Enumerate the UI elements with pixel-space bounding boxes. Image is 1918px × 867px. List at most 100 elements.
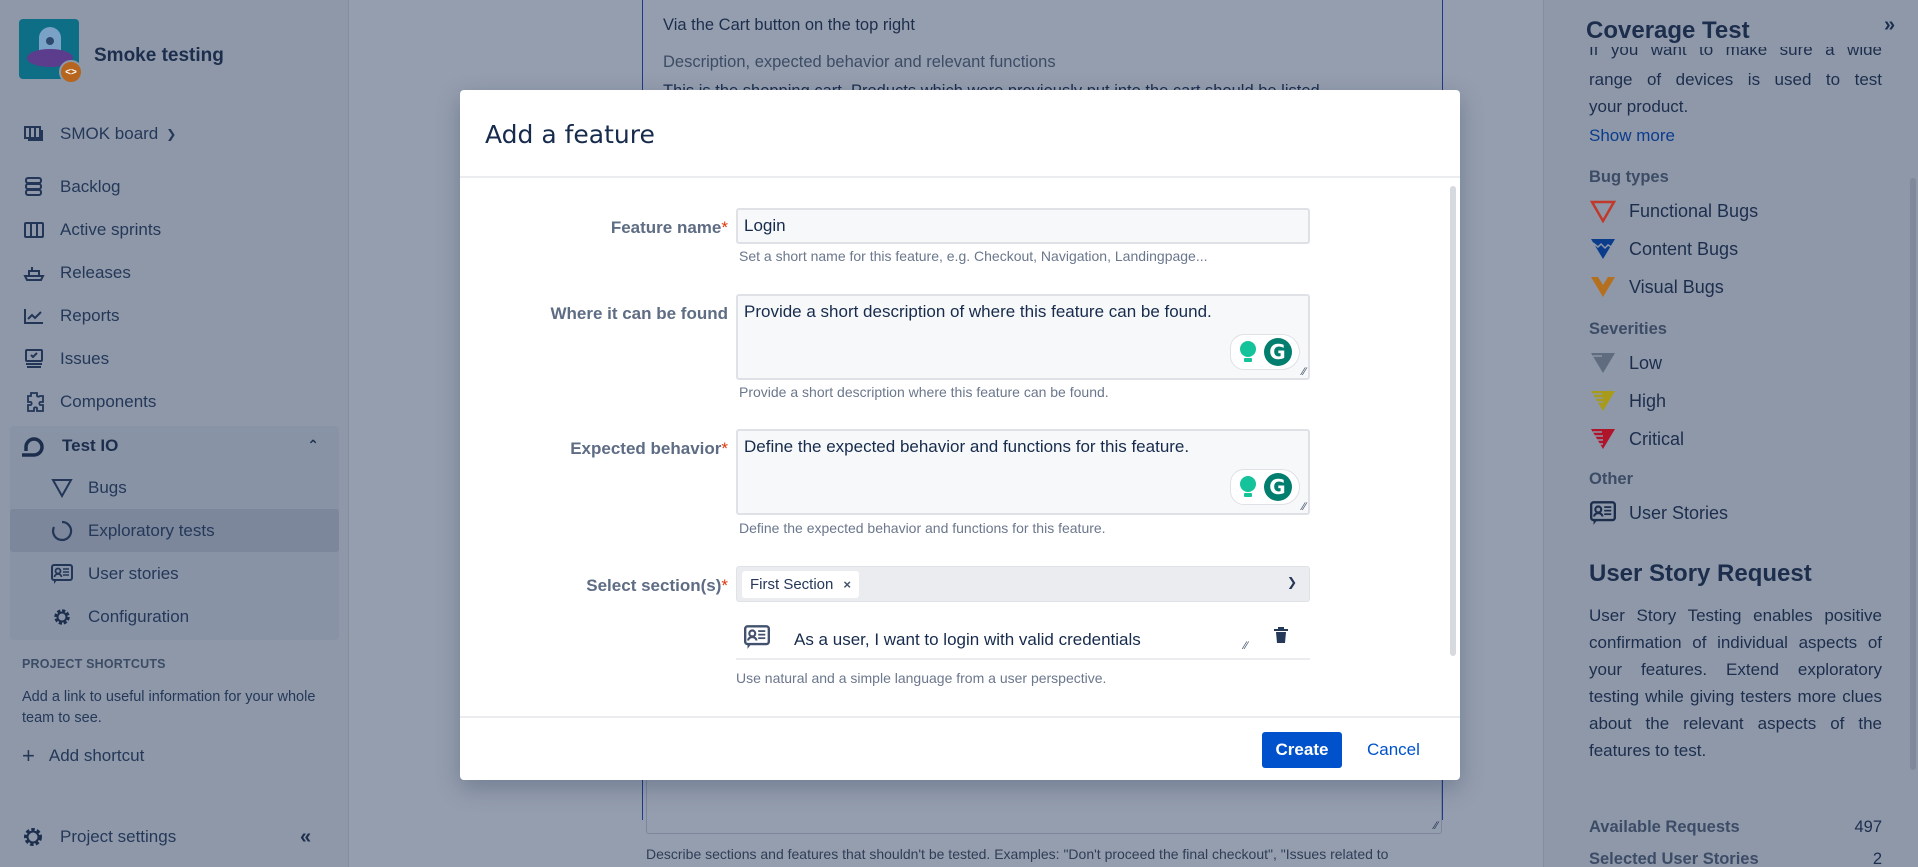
project-header[interactable]: <> Smoke testing (19, 19, 224, 84)
panel-scrollbar-thumb[interactable] (1910, 178, 1916, 770)
expected-behavior-label: Expected behavior* (570, 439, 728, 458)
sidebar-item-issues[interactable]: Issues (0, 337, 349, 380)
feature-name-input[interactable] (736, 208, 1310, 244)
bug-triangle-icon (50, 478, 74, 498)
sidebar-item-active-sprints[interactable]: Active sprints (0, 208, 349, 251)
grammarly-widget[interactable]: G (1230, 469, 1300, 505)
grammarly-widget[interactable]: G (1230, 334, 1300, 370)
dialog-title: Add a feature (485, 120, 655, 149)
reports-icon (22, 304, 46, 328)
sidebar-item-label: User stories (88, 563, 179, 583)
sidebar-item-backlog[interactable]: Backlog (0, 165, 349, 208)
add-shortcut-label: Add shortcut (48, 746, 145, 765)
sections-select[interactable]: First Section × ❯ (736, 566, 1310, 602)
grammarly-icon[interactable]: G (1263, 473, 1292, 501)
coverage-description: range of devices is used to test your pr… (1589, 70, 1882, 116)
board-switcher[interactable]: SMOK board ❯ (0, 112, 349, 155)
suggestion-bulb-icon[interactable] (1239, 341, 1257, 363)
where-found-value: Provide a short description of where thi… (744, 302, 1212, 321)
functional-bug-icon (1589, 198, 1617, 224)
sidebar-item-exploratory-tests[interactable]: Exploratory tests (10, 509, 339, 552)
project-shortcuts: PROJECT SHORTCUTS Add a link to useful i… (22, 657, 322, 767)
project-settings-label: Project settings (60, 827, 177, 846)
user-story-icon (50, 563, 74, 585)
add-shortcut-button[interactable]: + Add shortcut (22, 745, 322, 767)
collapse-panel-icon[interactable]: » (1884, 14, 1895, 37)
sidebar-item-releases[interactable]: Releases (0, 251, 349, 294)
severity-high-icon (1589, 388, 1617, 414)
chevron-down-icon: ❯ (166, 126, 177, 141)
coverage-test-title: Coverage Test (1586, 17, 1750, 44)
user-story-request-title: User Story Request (1589, 560, 1812, 587)
board-label: SMOK board (60, 123, 159, 143)
legend-severity-low: Low (1589, 350, 1662, 376)
group-label: Test IO (62, 436, 119, 455)
right-info-panel: Coverage Test » If you want to make sure… (1543, 0, 1918, 867)
shortcuts-title: PROJECT SHORTCUTS (22, 657, 166, 671)
collapse-sidebar-icon[interactable]: « (300, 826, 311, 849)
sidebar-item-configuration[interactable]: Configuration (10, 595, 339, 638)
sidebar-nav: SMOK board ❯ Backlog Active sprints Rele… (0, 112, 349, 640)
test-io-group-toggle[interactable]: Test IO ⌃ (10, 426, 339, 466)
project-settings-link[interactable]: Project settings (22, 826, 176, 848)
resize-handle-icon[interactable]: ∕∕ (1434, 820, 1438, 832)
sidebar-item-bugs[interactable]: Bugs (10, 466, 339, 509)
issues-icon (22, 347, 46, 371)
delete-story-button[interactable] (1273, 626, 1289, 649)
remove-tag-icon[interactable]: × (843, 577, 851, 592)
chevron-down-icon[interactable]: ❯ (1287, 575, 1297, 589)
project-name: Smoke testing (94, 45, 224, 66)
legend-severity-critical: Critical (1589, 426, 1684, 452)
dialog-scrollbar[interactable] (1450, 186, 1456, 656)
gear-icon (50, 607, 74, 627)
legend-severity-high: High (1589, 388, 1666, 414)
board-icon (22, 122, 46, 146)
sidebar-item-reports[interactable]: Reports (0, 294, 349, 337)
sidebar-item-user-stories[interactable]: User stories (10, 552, 339, 595)
sidebar-item-label: Issues (60, 348, 110, 368)
user-story-input[interactable]: As a user, I want to login with valid cr… (794, 630, 1141, 650)
legend-user-stories: User Stories (1589, 500, 1728, 526)
dialog-body: Feature name* Set a short name for this … (460, 180, 1460, 716)
suggestion-bulb-icon[interactable] (1239, 476, 1257, 498)
content-bug-icon (1589, 236, 1617, 262)
expected-behavior-textarea[interactable]: Define the expected behavior and functio… (736, 429, 1310, 515)
resize-handle-icon[interactable]: ∕∕ (1302, 501, 1306, 513)
grammarly-icon[interactable]: G (1263, 338, 1292, 366)
cancel-button[interactable]: Cancel (1359, 732, 1428, 768)
feature-location-text: Via the Cart button on the top right (663, 16, 915, 34)
expected-behavior-value: Define the expected behavior and functio… (744, 437, 1190, 456)
resize-handle-icon[interactable]: ∕∕ (1302, 366, 1306, 378)
test-io-logo-icon (20, 435, 46, 457)
releases-icon (22, 261, 46, 285)
section-tag-label: First Section (750, 576, 834, 593)
severity-low-icon (1589, 350, 1617, 376)
expected-behavior-help: Define the expected behavior and functio… (739, 520, 1106, 536)
severity-critical-icon (1589, 426, 1617, 452)
legend-visual-bugs: Visual Bugs (1589, 274, 1724, 300)
sidebar-item-components[interactable]: Components (0, 380, 349, 423)
code-badge-icon: <> (59, 60, 83, 84)
plus-icon: + (22, 743, 35, 768)
project-avatar: <> (19, 19, 83, 84)
where-found-textarea[interactable]: Provide a short description of where thi… (736, 294, 1310, 380)
sidebar-item-label: Components (60, 391, 157, 411)
where-found-label: Where it can be found (550, 304, 728, 323)
test-io-group: Test IO ⌃ Bugs Exploratory tests User st… (10, 426, 339, 640)
user-story-row: As a user, I want to login with valid cr… (736, 625, 1310, 660)
show-more-link[interactable]: Show more (1589, 126, 1675, 146)
sidebar-item-label: Configuration (88, 606, 190, 626)
feature-description-heading: Description, expected behavior and relev… (663, 53, 1056, 71)
create-button[interactable]: Create (1262, 732, 1342, 768)
legend-functional-bugs: Functional Bugs (1589, 198, 1758, 224)
coverage-desc-clipped: If you want to make sure a wide (1589, 47, 1882, 59)
resize-handle-icon[interactable]: ∕∕ (1244, 640, 1248, 652)
out-of-scope-help: Describe sections and features that shou… (646, 846, 1389, 862)
sections-label: Select section(s)* (586, 576, 728, 595)
sidebar-item-label: Reports (60, 305, 120, 325)
out-of-scope-textarea[interactable]: ∕∕ (646, 780, 1442, 834)
exploratory-icon (50, 520, 74, 542)
sidebar-item-label: Active sprints (60, 219, 162, 239)
panel-scrollbar[interactable] (1906, 0, 1918, 867)
sidebar-item-label: Exploratory tests (88, 520, 215, 540)
